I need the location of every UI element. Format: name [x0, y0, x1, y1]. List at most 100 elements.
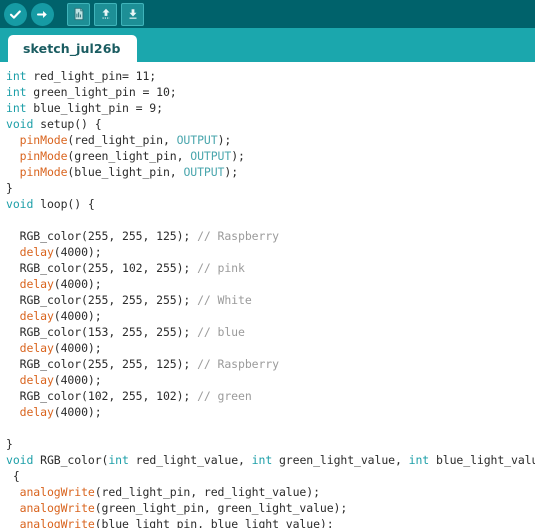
- code-token-cmt: // green: [197, 389, 252, 403]
- code-token-plain: (blue_light_pin,: [67, 165, 184, 179]
- code-token-plain: blue_light_pin = 9;: [26, 101, 163, 115]
- code-editor[interactable]: int red_light_pin= 11; int green_light_pi…: [0, 62, 535, 528]
- save-button[interactable]: [121, 2, 144, 26]
- code-token-plain: green_light_pin = 10;: [26, 85, 177, 99]
- code-line: RGB_color(255, 255, 125); // Raspberry: [6, 356, 535, 372]
- code-token-cst: OUTPUT: [176, 133, 218, 147]
- code-token-plain: {: [6, 469, 20, 483]
- code-token-plain: setup() {: [33, 117, 102, 131]
- code-line: RGB_color(255, 255, 255); // White: [6, 292, 535, 308]
- code-line: delay(4000);: [6, 276, 535, 292]
- checkmark-icon: [8, 7, 23, 22]
- code-token-plain: (blue_light_pin, blue_light_value);: [94, 517, 334, 528]
- code-line: RGB_color(102, 255, 102); // green: [6, 388, 535, 404]
- code-token-cst: OUTPUT: [190, 149, 232, 163]
- code-token-plain: RGB_color(102, 255, 102);: [6, 389, 198, 403]
- code-token-plain: RGB_color(255, 255, 125);: [6, 229, 198, 243]
- code-token-plain: red_light_value,: [128, 453, 252, 467]
- code-line: delay(4000);: [6, 372, 535, 388]
- upload-button[interactable]: [31, 2, 54, 26]
- code-token-kw: int: [6, 85, 27, 99]
- code-token-kw: int: [108, 453, 129, 467]
- code-token-cst: OUTPUT: [183, 165, 225, 179]
- code-token-plain: red_light_pin= 11;: [26, 69, 157, 83]
- code-token-cmt: // Raspberry: [197, 357, 279, 371]
- code-token-fn: analogWrite: [19, 485, 95, 499]
- code-line: void RGB_color(int red_light_value, int …: [6, 452, 535, 468]
- code-token-fn: analogWrite: [19, 517, 95, 528]
- code-token-plain: (4000);: [53, 341, 102, 355]
- code-line: pinMode(green_light_pin, OUTPUT);: [6, 148, 535, 164]
- code-token-fn: analogWrite: [19, 501, 95, 515]
- code-line: int green_light_pin = 10;: [6, 84, 535, 100]
- code-token-plain: (green_light_pin, green_light_value);: [94, 501, 348, 515]
- code-token-kw: int: [6, 101, 27, 115]
- code-line: RGB_color(255, 102, 255); // pink: [6, 260, 535, 276]
- code-token-fn: delay: [19, 405, 54, 419]
- code-line: int red_light_pin= 11;: [6, 68, 535, 84]
- code-line: delay(4000);: [6, 244, 535, 260]
- tab-sketch-jul26b[interactable]: sketch_jul26b: [8, 35, 137, 62]
- code-token-fn: delay: [19, 341, 54, 355]
- code-token-plain: (red_light_pin, red_light_value);: [94, 485, 320, 499]
- code-token-kw: int: [251, 453, 273, 467]
- code-token-cmt: // blue: [197, 325, 245, 339]
- code-line: {: [6, 468, 535, 484]
- code-token-kw: int: [408, 453, 430, 467]
- code-token-plain: RGB_color(153, 255, 255);: [6, 325, 198, 339]
- down-arrow-icon: [126, 7, 140, 21]
- code-token-cmt: // White: [197, 293, 252, 307]
- code-line: void setup() {: [6, 116, 535, 132]
- code-token-plain: );: [217, 133, 232, 147]
- code-line: }: [6, 180, 535, 196]
- code-token-plain: RGB_color(255, 255, 125);: [6, 357, 198, 371]
- code-token-kw: int: [6, 69, 27, 83]
- verify-button[interactable]: [4, 2, 27, 26]
- code-line: delay(4000);: [6, 340, 535, 356]
- tab-bar: sketch_jul26b: [0, 28, 535, 62]
- tab-label: sketch_jul26b: [23, 41, 121, 56]
- code-token-cmt: // Raspberry: [197, 229, 279, 243]
- code-token-fn: pinMode: [19, 165, 68, 179]
- code-token-kw: void: [6, 117, 34, 131]
- code-token-plain: (green_light_pin,: [67, 149, 191, 163]
- right-arrow-icon: [35, 7, 50, 22]
- code-token-plain: }: [6, 181, 13, 195]
- new-button[interactable]: [67, 2, 90, 26]
- code-token-fn: delay: [19, 277, 54, 291]
- code-token-plain: (4000);: [53, 373, 102, 387]
- open-button[interactable]: [94, 2, 117, 26]
- code-line: analogWrite(red_light_pin, red_light_val…: [6, 484, 535, 500]
- code-token-plain: (4000);: [53, 405, 102, 419]
- code-token-plain: blue_light_value): [435, 453, 535, 467]
- code-line: }: [6, 436, 535, 452]
- code-line: RGB_color(153, 255, 255); // blue: [6, 324, 535, 340]
- code-token-plain: (red_light_pin,: [67, 133, 177, 147]
- code-token-fn: delay: [19, 245, 54, 259]
- code-token-fn: pinMode: [19, 133, 68, 147]
- code-line: delay(4000);: [6, 404, 535, 420]
- code-token-plain: (4000);: [53, 277, 102, 291]
- code-token-plain: );: [231, 149, 245, 163]
- code-token-plain: );: [224, 165, 239, 179]
- code-token-plain: (4000);: [53, 309, 102, 323]
- code-token-plain: (4000);: [53, 245, 102, 259]
- code-token-fn: delay: [19, 373, 54, 387]
- source-code[interactable]: int red_light_pin= 11; int green_light_pi…: [6, 68, 535, 528]
- code-token-fn: pinMode: [19, 149, 68, 163]
- code-token-plain: green_light_value,: [272, 453, 409, 467]
- code-line: analogWrite(blue_light_pin, blue_light_v…: [6, 516, 535, 528]
